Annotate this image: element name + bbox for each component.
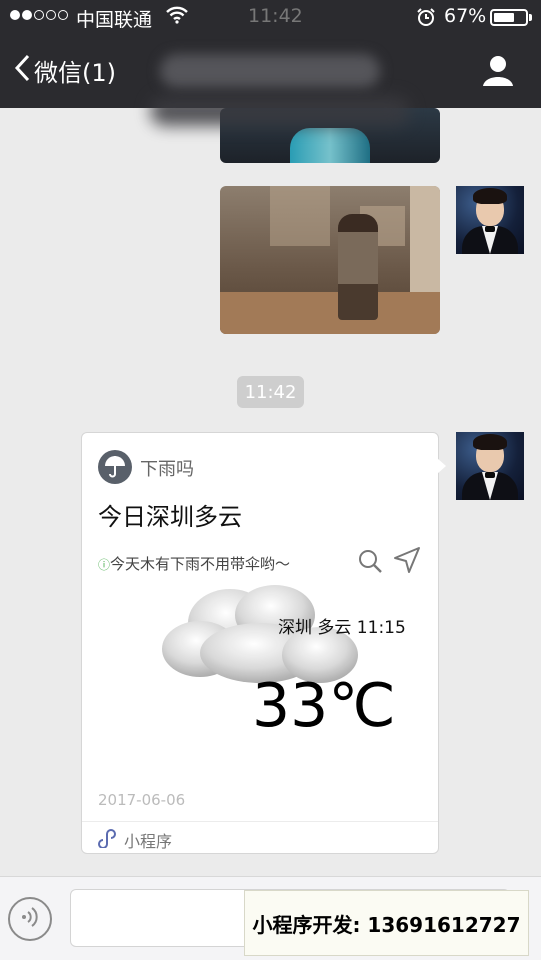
back-label: 微信(1)	[34, 59, 116, 87]
app-name: 下雨吗	[140, 459, 194, 480]
promo-banner: 小程序开发: 13691612727	[244, 890, 529, 956]
search-icon	[356, 550, 384, 579]
back-chevron-icon	[14, 54, 30, 88]
profile-icon	[480, 56, 516, 92]
status-time: 11:42	[248, 5, 303, 27]
location-button[interactable]	[392, 545, 422, 579]
signal-icon	[10, 10, 68, 20]
location-arrow-icon	[392, 547, 422, 579]
battery-percent: 67%	[444, 5, 487, 27]
miniprogram-card[interactable]: 下雨吗 今日深圳多云 ⓘ今天木有下雨不用带伞哟～ 深圳 多云 11:15 33℃…	[81, 432, 439, 854]
temperature: 33℃	[252, 671, 396, 741]
wifi-icon	[166, 6, 188, 29]
umbrella-icon	[98, 450, 132, 484]
carrier-label: 中国联通	[76, 9, 153, 31]
battery-icon	[490, 9, 528, 26]
chat-title-redacted	[160, 54, 380, 88]
image-detail	[270, 186, 330, 246]
profile-button[interactable]	[480, 52, 516, 92]
image-detail	[220, 292, 440, 334]
avatar[interactable]	[456, 432, 524, 500]
location-weather-time: 深圳 多云 11:15	[278, 618, 406, 638]
redaction-smudge	[150, 96, 410, 126]
alarm-icon	[416, 7, 436, 32]
footer-label: 小程序	[124, 832, 173, 851]
image-detail	[338, 214, 378, 320]
avatar[interactable]	[456, 186, 524, 254]
battery-tip	[529, 14, 532, 21]
tip-label: 今天木有下雨不用带伞哟～	[110, 555, 291, 573]
card-divider	[82, 821, 438, 822]
status-bar: 中国联通 11:42 67%	[0, 0, 541, 36]
date-text: 2017-06-06	[98, 791, 186, 809]
info-icon: ⓘ	[98, 558, 111, 572]
image-detail	[290, 128, 370, 163]
battery-level-fill	[494, 13, 515, 22]
voice-button[interactable]	[8, 897, 52, 941]
search-button[interactable]	[356, 547, 384, 579]
timestamp-badge: 11:42	[237, 376, 304, 408]
voice-icon	[17, 904, 43, 934]
miniprogram-link-icon	[98, 828, 118, 852]
back-button[interactable]: 微信(1)	[14, 53, 116, 88]
tip-text: ⓘ今天木有下雨不用带伞哟～	[98, 553, 290, 574]
card-title: 今日深圳多云	[98, 503, 242, 531]
bubble-arrow	[437, 458, 446, 474]
message-image[interactable]	[220, 186, 440, 334]
